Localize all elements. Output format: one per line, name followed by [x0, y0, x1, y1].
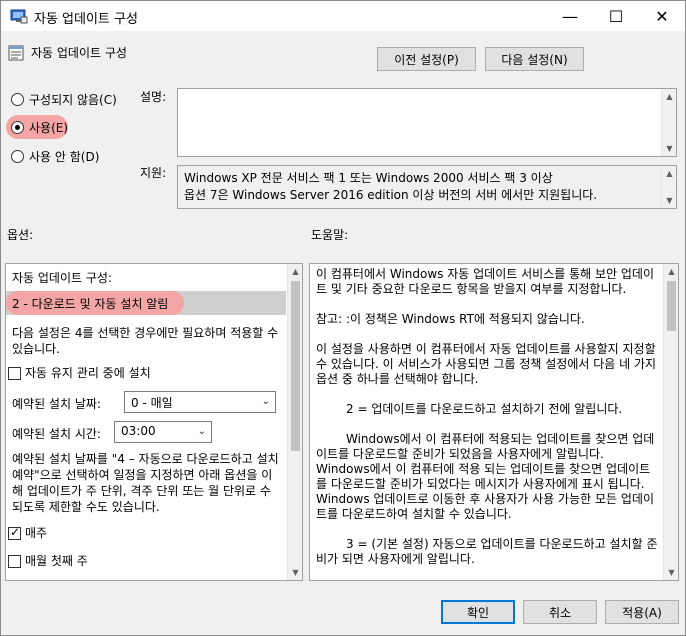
desc-line: 해 업데이트가 주 단위, 격주 단위 또는 월 단위로 수 — [12, 484, 271, 498]
maximize-icon: ☐ — [608, 6, 624, 26]
help-content: 이 컴퓨터에서 Windows 자동 업데이트 서비스를 통해 보안 업데이트 … — [310, 264, 662, 580]
help-scrollbar[interactable]: ▲ ▼ — [663, 264, 678, 580]
help-panel: 이 컴퓨터에서 Windows 자동 업데이트 서비스를 통해 보안 업데이트 … — [309, 263, 679, 581]
radio-not-configured[interactable]: 구성되지 않음(C) — [11, 89, 117, 109]
first-week-label: 매월 첫째 주 — [25, 554, 88, 568]
radio-enabled[interactable]: 사용(E) — [11, 117, 68, 137]
maintenance-checkbox-row[interactable]: 자동 유지 관리 중에 설치 — [8, 364, 151, 381]
scroll-thumb[interactable] — [667, 281, 676, 331]
minimize-icon: — — [562, 6, 578, 26]
apply-button[interactable]: 적용(A) — [605, 600, 679, 624]
window-title: 자동 업데이트 구성 — [34, 12, 138, 27]
help-paragraph: 3 = (기본 설정) 자동으로 업데이트를 다운로드하고 설치할 준비가 되면… — [316, 537, 658, 566]
next-setting-button[interactable]: 다음 설정(N) — [485, 47, 584, 71]
note-line: 다음 설정은 4를 선택한 경우에만 필요하며 적용할 수 — [12, 326, 279, 340]
policy-title: 자동 업데이트 구성 — [31, 46, 127, 60]
scroll-up-icon[interactable]: ▲ — [288, 264, 302, 279]
first-week-checkbox[interactable] — [8, 555, 21, 568]
radio-circle-checked[interactable] — [11, 120, 24, 134]
options-label: 옵션: — [7, 228, 34, 242]
comment-label: 설명: — [140, 90, 167, 104]
dialog-window: 자동 업데이트 구성 — ☐ ✕ 자동 업데이트 구성 이전 설정(P) 다음 … — [0, 0, 686, 636]
radio-circle[interactable] — [11, 92, 24, 106]
install-time-label: 예약된 설치 시간: — [12, 427, 101, 441]
scroll-down-icon[interactable]: ▼ — [664, 565, 678, 580]
radio-label: 사용 안 함(D) — [29, 149, 100, 164]
install-time-select[interactable]: 03:00 ⌄ — [114, 421, 212, 443]
scroll-up-icon[interactable]: ▲ — [664, 264, 678, 279]
chevron-down-icon: ⌄ — [261, 396, 270, 407]
help-paragraph: 이 컴퓨터에서 Windows 자동 업데이트 서비스를 통해 보안 업데이트 … — [316, 267, 655, 296]
every-week-checkbox[interactable] — [8, 525, 21, 540]
policy-setting-icon — [8, 45, 24, 61]
maintenance-checkbox[interactable] — [8, 367, 21, 380]
radio-label: 구성되지 않음(C) — [29, 92, 117, 107]
comment-scrollbar[interactable]: ▲ ▼ — [661, 89, 676, 156]
help-label: 도움말: — [311, 228, 349, 242]
minimize-button[interactable]: — — [547, 1, 593, 31]
previous-setting-button[interactable]: 이전 설정(P) — [377, 47, 476, 71]
every-week-row[interactable]: 매주 — [8, 524, 47, 541]
scroll-up-icon[interactable]: ▲ — [662, 89, 677, 104]
maintenance-checkbox-label: 자동 유지 관리 중에 설치 — [25, 366, 151, 380]
maximize-button[interactable]: ☐ — [593, 1, 639, 31]
close-button[interactable]: ✕ — [639, 1, 685, 31]
ok-button[interactable]: 확인 — [441, 600, 515, 624]
supported-box: Windows XP 전문 서비스 팩 1 또는 Windows 2000 서비… — [177, 165, 677, 209]
options-panel: 자동 업데이트 구성: 2 - 다운로드 및 자동 설치 알림 다음 설정은 4… — [5, 263, 303, 581]
supported-line: 옵션 7은 Windows Server 2016 edition 이상 버전의… — [184, 188, 598, 202]
help-paragraph: 2 = 업데이트를 다운로드하고 설치하기 전에 알립니다. — [346, 402, 623, 416]
options-content: 자동 업데이트 구성: 2 - 다운로드 및 자동 설치 알림 다음 설정은 4… — [6, 264, 286, 580]
radio-disabled[interactable]: 사용 안 함(D) — [11, 146, 99, 166]
help-paragraph: Windows에서 이 컴퓨터에 적용되는 업데이트를 찾으면 업데이트를 다운… — [316, 432, 655, 521]
desc-line: 예약"으로 선택하여 일정을 지정하면 아래 옵션을 이 — [12, 468, 273, 482]
install-day-select[interactable]: 0 - 매일 ⌄ — [124, 391, 276, 413]
close-icon: ✕ — [655, 6, 669, 26]
comment-textarea[interactable]: ▲ ▼ — [177, 88, 677, 157]
desc-line: 예약된 설치 날짜를 "4 – 자동으로 다운로드하고 설치 — [12, 452, 279, 466]
supported-line: Windows XP 전문 서비스 팩 1 또는 Windows 2000 서비… — [184, 171, 553, 185]
install-day-value: 0 - 매일 — [131, 396, 173, 410]
configure-label: 자동 업데이트 구성: — [12, 271, 112, 285]
scroll-thumb[interactable] — [291, 281, 300, 451]
chevron-down-icon: ⌄ — [197, 426, 206, 437]
scroll-down-icon[interactable]: ▼ — [662, 141, 677, 156]
note-line: 있습니다. — [12, 342, 60, 356]
scroll-up-icon[interactable]: ▲ — [662, 166, 677, 181]
supported-label: 지원: — [140, 166, 167, 180]
help-paragraph: 이 설정을 사용하면 이 컴퓨터에서 자동 업데이트를 사용할지 지정할 수 있… — [316, 342, 657, 386]
every-week-label: 매주 — [25, 526, 48, 540]
desc-line: 되도록 제한할 수도 있습니다. — [12, 500, 160, 514]
options-scrollbar[interactable]: ▲ ▼ — [287, 264, 302, 580]
scroll-down-icon[interactable]: ▼ — [662, 193, 677, 208]
first-week-row[interactable]: 매월 첫째 주 — [8, 552, 88, 569]
install-time-value: 03:00 — [121, 424, 156, 438]
mode-selected-value: 2 - 다운로드 및 자동 설치 알림 — [12, 297, 169, 311]
cancel-button[interactable]: 취소 — [523, 600, 597, 624]
supported-scrollbar[interactable]: ▲ ▼ — [661, 166, 676, 208]
install-day-label: 예약된 설치 날짜: — [12, 397, 101, 411]
help-paragraph: 참고: :이 정책은 Windows RT에 적용되지 않습니다. — [316, 312, 585, 326]
radio-circle[interactable] — [11, 149, 24, 163]
radio-label: 사용(E) — [29, 120, 69, 135]
title-bar: 자동 업데이트 구성 — ☐ ✕ — [1, 1, 685, 31]
group-policy-icon — [10, 9, 28, 24]
scroll-down-icon[interactable]: ▼ — [288, 565, 302, 580]
